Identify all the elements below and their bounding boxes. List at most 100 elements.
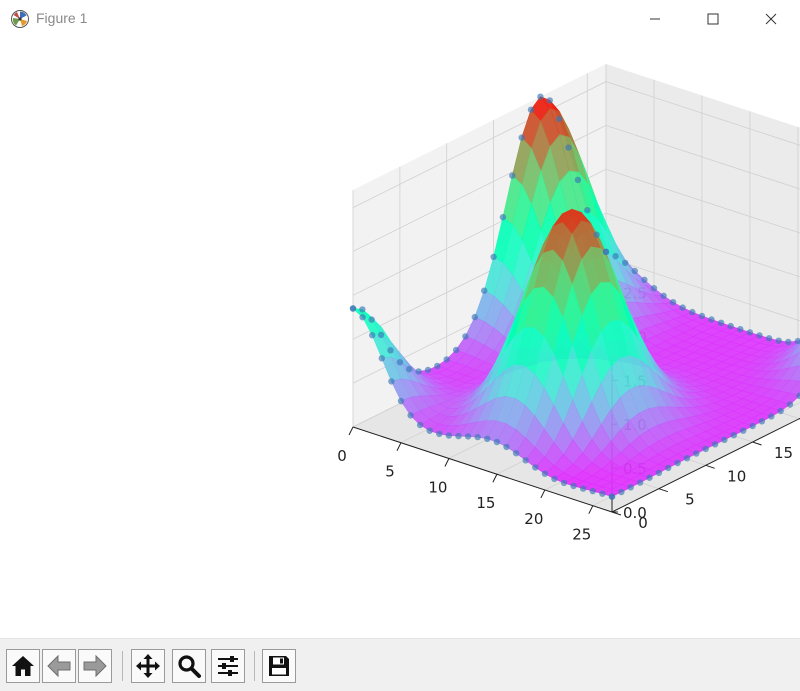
x-tick — [541, 490, 545, 498]
maximize-icon — [707, 13, 719, 25]
back-button[interactable] — [42, 649, 76, 683]
x-tick-label: 25 — [572, 526, 591, 544]
scatter-point — [446, 432, 452, 438]
scatter-point — [718, 320, 724, 326]
scatter-point — [731, 432, 737, 438]
scatter-point — [618, 489, 624, 495]
scatter-point — [481, 288, 487, 294]
y-tick — [753, 442, 762, 445]
scatter-point — [513, 450, 519, 456]
scatter-point — [778, 408, 784, 414]
scatter-point — [641, 277, 647, 283]
pan-button[interactable] — [131, 649, 165, 683]
scatter-point — [570, 483, 576, 489]
minimize-icon — [649, 13, 661, 25]
scatter-point — [593, 232, 599, 238]
scatter-point — [494, 439, 500, 445]
scatter-point — [444, 356, 450, 362]
scatter-point — [503, 444, 509, 450]
scatter-point — [628, 484, 634, 490]
sliders-icon — [215, 653, 241, 679]
y-tick-label: 10 — [727, 467, 746, 485]
scatter-point — [599, 491, 605, 497]
navigation-toolbar — [0, 638, 800, 691]
scatter-point — [490, 254, 496, 260]
scatter-point — [651, 285, 657, 291]
scatter-point — [379, 355, 385, 361]
scatter-point — [721, 437, 727, 443]
scatter-point — [537, 94, 543, 100]
scatter-point — [708, 316, 714, 322]
x-tick — [349, 427, 353, 435]
x-tick-label: 10 — [428, 478, 447, 496]
scatter-point — [693, 450, 699, 456]
home-icon — [10, 653, 36, 679]
z-tick-label: 0.0 — [623, 504, 647, 522]
scatter-point — [551, 476, 557, 482]
scatter-point — [737, 326, 743, 332]
scatter-point — [561, 480, 567, 486]
figure-window: Figure 1 051015202505101520250.00.51.01.… — [0, 0, 800, 690]
scatter-point — [436, 431, 442, 437]
scatter-point — [674, 460, 680, 466]
scatter-point — [519, 134, 525, 140]
surface-plot-3d[interactable]: 051015202505101520250.00.51.01.52.02.5 — [0, 37, 800, 638]
y-tick — [659, 489, 668, 492]
zoom-button[interactable] — [172, 649, 206, 683]
scatter-point — [462, 333, 468, 339]
scatter-point — [785, 339, 791, 345]
scatter-point — [612, 253, 618, 259]
scatter-point — [407, 412, 413, 418]
scatter-point — [388, 378, 394, 384]
save-button[interactable] — [262, 649, 296, 683]
scatter-point — [406, 366, 412, 372]
y-tick-label: 5 — [685, 491, 695, 509]
x-tick — [589, 506, 593, 514]
scatter-point — [359, 306, 365, 312]
scatter-point — [500, 214, 506, 220]
scatter-point — [387, 347, 393, 353]
scatter-point — [397, 359, 403, 365]
y-tick-label: 15 — [774, 444, 793, 462]
scatter-point — [465, 433, 471, 439]
scatter-point — [378, 332, 384, 338]
scatter-point — [632, 268, 638, 274]
scatter-point — [759, 418, 765, 424]
scatter-point — [728, 323, 734, 329]
scatter-point — [768, 413, 774, 419]
scatter-point — [398, 398, 404, 404]
scatter-point — [509, 172, 515, 178]
figure-canvas[interactable]: 051015202505101520250.00.51.01.52.02.5 — [0, 37, 800, 638]
configure-subplots-button[interactable] — [211, 649, 245, 683]
floppy-disk-icon — [266, 653, 292, 679]
scatter-point — [369, 316, 375, 322]
home-button[interactable] — [6, 649, 40, 683]
scatter-point — [603, 249, 609, 255]
minimize-button[interactable] — [626, 0, 684, 37]
scatter-point — [656, 470, 662, 476]
scatter-point — [609, 493, 615, 499]
scatter-point — [689, 309, 695, 315]
scatter-point — [712, 441, 718, 447]
scatter-point — [622, 260, 628, 266]
x-tick-label: 15 — [476, 494, 495, 512]
scatter-point — [766, 335, 772, 341]
scatter-point — [740, 428, 746, 434]
maximize-button[interactable] — [684, 0, 742, 37]
forward-button[interactable] — [78, 649, 112, 683]
move-icon — [135, 653, 161, 679]
scatter-point — [565, 144, 571, 150]
scatter-point — [699, 313, 705, 319]
scatter-point — [580, 485, 586, 491]
scatter-point — [787, 401, 793, 407]
x-tick — [397, 443, 401, 451]
scatter-point — [756, 332, 762, 338]
scatter-point — [575, 177, 581, 183]
scatter-point — [660, 293, 666, 299]
scatter-point — [472, 314, 478, 320]
window-title: Figure 1 — [36, 10, 87, 26]
title-bar[interactable]: Figure 1 — [0, 0, 800, 37]
x-tick-label: 5 — [385, 463, 395, 481]
scatter-point — [415, 368, 421, 374]
close-button[interactable] — [742, 0, 800, 37]
